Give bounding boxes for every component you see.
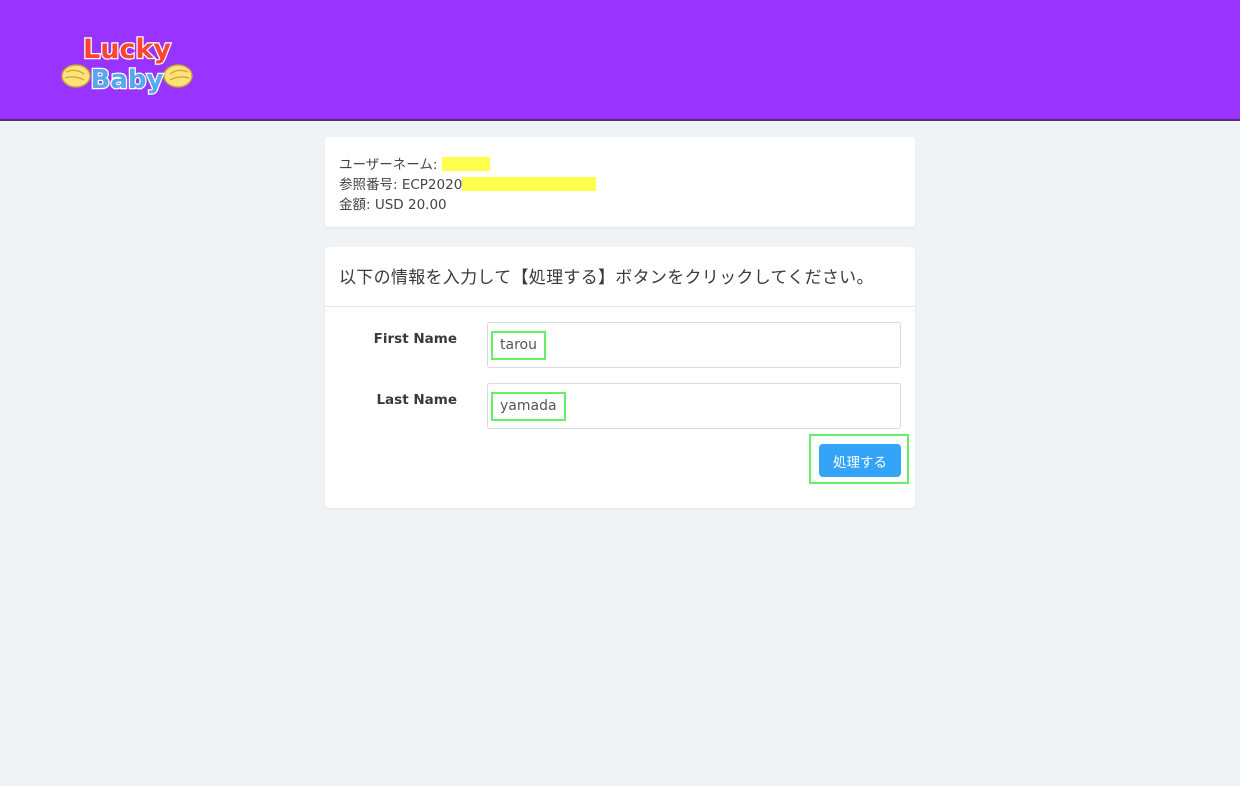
reference-label: 参照番号: ECP2020 [339,177,463,193]
order-info-card: ユーザーネーム: 参照番号: ECP2020 金額: USD 20.00 [325,137,915,227]
form-heading: 以下の情報を入力して【処理する】ボタンをクリックしてください。 [325,247,915,307]
first-name-value: tarou [491,331,546,360]
username-label: ユーザーネーム: [339,157,438,173]
form-instruction: 以下の情報を入力して【処理する】ボタンをクリックしてください。 [339,268,874,288]
reference-row: 参照番号: ECP2020 [339,173,597,193]
amount-row: 金額: USD 20.00 [339,193,447,213]
last-name-input[interactable]: yamada [487,383,901,429]
amount-label: 金額: USD 20.00 [339,197,447,213]
left-wing-icon [61,64,91,88]
last-name-label: Last Name [376,392,457,408]
last-name-value: yamada [491,392,566,421]
svg-text:Lucky: Lucky [83,34,171,65]
right-wing-icon [163,64,193,88]
process-button[interactable]: 処理する [819,444,901,477]
lucky-baby-logo[interactable]: Lucky Baby [60,28,194,100]
site-header: Lucky Baby [0,0,1240,121]
first-name-label: First Name [373,331,457,347]
first-name-input[interactable]: tarou [487,322,901,368]
svg-text:Baby: Baby [91,65,164,95]
payer-form-card: 以下の情報を入力して【処理する】ボタンをクリックしてください。 First Na… [325,247,915,508]
reference-redacted [462,177,597,191]
username-redacted [441,157,490,171]
username-row: ユーザーネーム: [339,153,490,173]
